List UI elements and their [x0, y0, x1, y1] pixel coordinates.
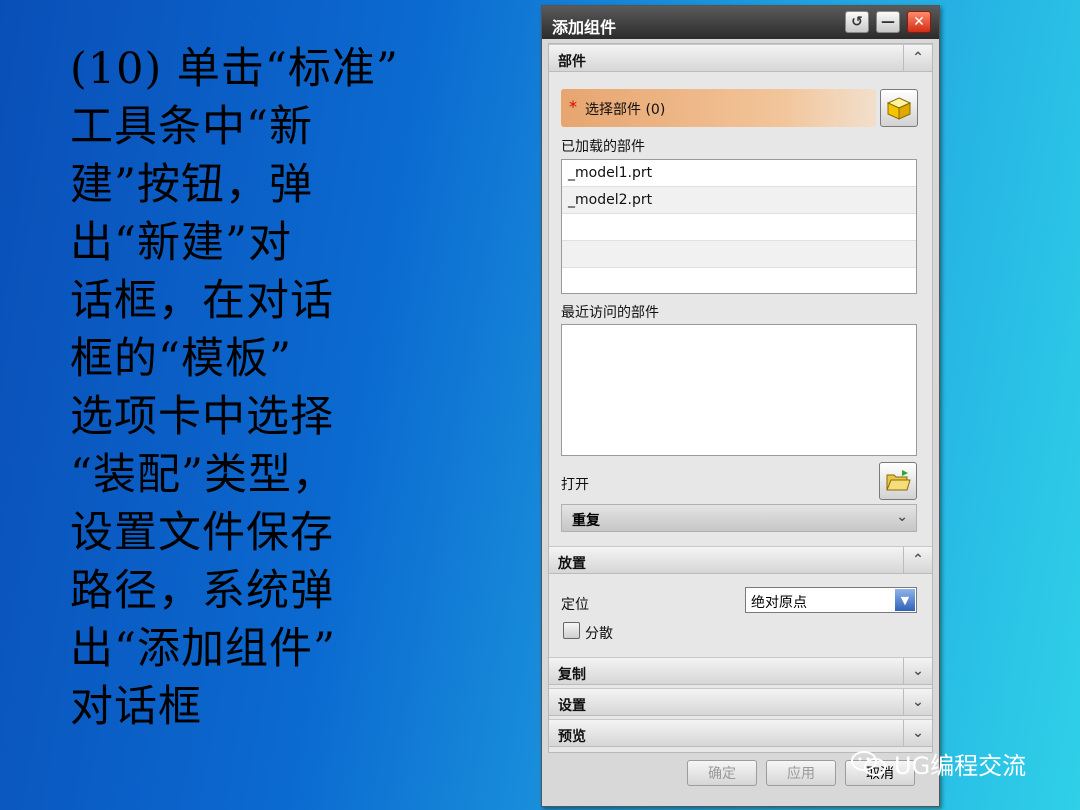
- minimize-button[interactable]: —: [876, 11, 900, 33]
- list-item[interactable]: _model2.prt: [562, 187, 916, 214]
- chevron-down-icon: ⌄: [896, 509, 908, 525]
- slide-line: 对话框: [70, 682, 202, 732]
- section-header-part[interactable]: 部件 ⌃: [549, 44, 932, 72]
- folder-open-icon: [886, 470, 911, 491]
- slide-line: 工具条中“新: [70, 102, 313, 152]
- select-part-field[interactable]: * 选择部件 (0): [561, 89, 876, 127]
- close-button[interactable]: ✕: [907, 11, 931, 33]
- position-label: 定位: [561, 597, 589, 613]
- loaded-parts-label: 已加载的部件: [561, 139, 645, 155]
- cube-icon: [886, 97, 912, 120]
- list-item[interactable]: [562, 268, 916, 294]
- scatter-label: 分散: [585, 626, 613, 642]
- list-item[interactable]: [562, 214, 916, 241]
- section-label: 预览: [558, 729, 586, 745]
- slide-line: 出“新建”对: [70, 218, 292, 268]
- dialog-body: 部件 ⌃ * 选择部件 (0) 已加载的部件 _model1.prt _mode…: [548, 43, 933, 753]
- recent-parts-list[interactable]: [561, 324, 917, 456]
- list-item[interactable]: _model1.prt: [562, 160, 916, 187]
- section-header-placement[interactable]: 放置 ⌃: [549, 546, 932, 574]
- slide-line: 路径，系统弹: [70, 566, 334, 616]
- ok-button[interactable]: 确定: [687, 760, 757, 786]
- wechat-icon: [851, 750, 886, 776]
- slide-line: 建”按钮，弹: [70, 160, 313, 210]
- chevron-up-icon[interactable]: ⌃: [903, 547, 932, 573]
- section-header-settings[interactable]: 设置 ⌄: [549, 688, 932, 716]
- repeat-label: 重复: [572, 513, 600, 529]
- slide-line: 选项卡中选择: [70, 392, 334, 442]
- chevron-up-icon[interactable]: ⌃: [903, 45, 932, 71]
- slide-line: 设置文件保存: [70, 508, 334, 558]
- loaded-parts-list[interactable]: _model1.prt _model2.prt: [561, 159, 917, 294]
- section-header-preview[interactable]: 预览 ⌄: [549, 719, 932, 747]
- slide-line: 出“添加组件”: [70, 624, 336, 674]
- open-file-button[interactable]: [879, 462, 917, 500]
- slide-instruction-text: (10) 单击“标准” 工具条中“新 建”按钮，弹 出“新建”对 话框，在对话 …: [70, 40, 450, 736]
- minimize-icon: —: [881, 14, 895, 30]
- section-label: 设置: [558, 698, 586, 714]
- list-item[interactable]: [562, 241, 916, 268]
- section-label: 放置: [558, 556, 586, 572]
- section-header-copy[interactable]: 复制 ⌄: [549, 657, 932, 685]
- close-icon: ✕: [913, 14, 925, 30]
- position-value: 绝对原点: [751, 595, 807, 611]
- reset-icon: ↺: [851, 14, 863, 30]
- slide-line: (10) 单击“标准”: [70, 44, 399, 94]
- watermark-text: UG编程交流: [894, 752, 1027, 780]
- position-select[interactable]: 绝对原点 ▼: [745, 587, 917, 613]
- watermark: UG编程交流: [850, 746, 1026, 781]
- apply-button[interactable]: 应用: [766, 760, 836, 786]
- slide-line: 话框，在对话: [70, 276, 334, 326]
- open-label: 打开: [561, 477, 589, 493]
- chevron-down-icon[interactable]: ⌄: [903, 689, 932, 715]
- add-component-dialog: 添加组件 ↺ — ✕ 部件 ⌃ * 选择部件 (0) 已加载的部件 _model…: [541, 5, 940, 807]
- chevron-down-icon[interactable]: ⌄: [903, 658, 932, 684]
- scatter-checkbox[interactable]: [563, 622, 580, 639]
- reset-button[interactable]: ↺: [845, 11, 869, 33]
- dialog-title: 添加组件: [552, 18, 617, 37]
- dialog-titlebar[interactable]: 添加组件 ↺ — ✕: [542, 6, 939, 39]
- repeat-subsection-header[interactable]: 重复 ⌄: [561, 504, 917, 532]
- dropdown-arrow-icon[interactable]: ▼: [895, 589, 915, 611]
- slide-line: “装配”类型，: [70, 450, 336, 500]
- section-label: 复制: [558, 667, 586, 683]
- section-label: 部件: [558, 54, 586, 70]
- select-part-button[interactable]: [880, 89, 918, 127]
- slide-line: 框的“模板”: [70, 334, 292, 384]
- chevron-down-icon[interactable]: ⌄: [903, 720, 932, 746]
- recent-parts-label: 最近访问的部件: [561, 305, 659, 321]
- select-part-label: 选择部件 (0): [585, 102, 666, 118]
- required-star-icon: *: [569, 97, 577, 116]
